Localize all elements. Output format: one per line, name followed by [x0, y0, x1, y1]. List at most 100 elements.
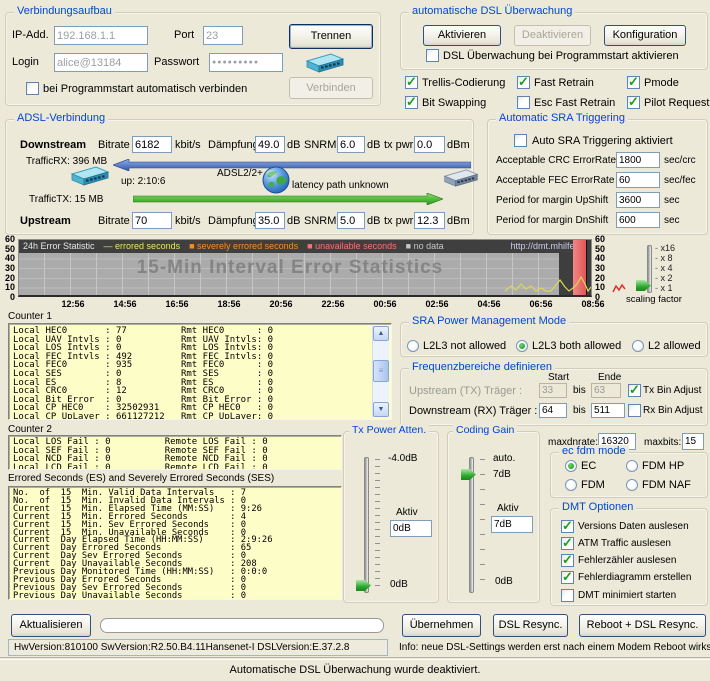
- apply-button[interactable]: Übernehmen: [402, 614, 481, 637]
- us-snrm-input[interactable]: [337, 212, 365, 229]
- monitoring-startup-checkbox[interactable]: [426, 49, 439, 62]
- pilot-request-checkbox[interactable]: [627, 94, 640, 110]
- fdm-hp-radio[interactable]: [626, 460, 638, 472]
- upshift-input[interactable]: [616, 192, 660, 208]
- fdm-radio[interactable]: [565, 479, 577, 491]
- ds-bitrate-unit: kbit/s: [175, 139, 201, 151]
- dmt-minimiert-checkbox[interactable]: [561, 589, 574, 602]
- downstream-end-input[interactable]: [591, 403, 625, 418]
- counter1-text: Local HEC0 : 77 Rmt HEC0 : 0 Local UAV I…: [13, 326, 274, 420]
- scaling-option: x 2: [655, 273, 673, 283]
- counter2-box[interactable]: Local LOS Fail : 0 Remote LOS Fail : 0 L…: [8, 435, 342, 470]
- activate-button[interactable]: Aktivieren: [423, 25, 501, 46]
- dsl-resync-button[interactable]: DSL Resync.: [493, 614, 568, 637]
- ec-fdm-group: ec fdm mode EC FDM HP FDM FDM NAF: [550, 445, 708, 498]
- tx-power-slider-track[interactable]: [364, 457, 369, 593]
- esc-fast-retrain-checkbox-label: Esc Fast Retrain: [534, 97, 616, 109]
- dnshift-input[interactable]: [616, 212, 660, 228]
- fehlerdiagramm-checkbox[interactable]: [561, 569, 574, 585]
- reboot-resync-button[interactable]: Reboot + DSL Resync.: [579, 614, 706, 637]
- refresh-button[interactable]: Aktualisieren: [11, 614, 91, 637]
- pmode-checkbox[interactable]: [627, 74, 640, 90]
- us-attenuation-input[interactable]: [255, 212, 285, 229]
- error-statistics-graph[interactable]: 15-Min Interval Error Statistics 24h Err…: [18, 239, 592, 297]
- legend-marker: ■: [405, 241, 412, 251]
- graph-ytick-left: 60: [4, 234, 15, 244]
- deactivate-button[interactable]: Deaktivieren: [514, 25, 591, 46]
- sra-power-title: SRA Power Management Mode: [409, 315, 570, 327]
- ec-radio[interactable]: [565, 460, 577, 472]
- fec-errorrate-input[interactable]: [616, 172, 660, 188]
- fast-retrain-checkbox[interactable]: [517, 74, 530, 90]
- legend-errored-seconds: — errored seconds: [104, 240, 181, 253]
- port-input[interactable]: [203, 26, 243, 45]
- legend-unavailable-seconds: ■ unavailable seconds: [307, 240, 397, 253]
- remote-dslam-icon: [442, 166, 480, 193]
- counter1-scrollbar[interactable]: ▲ ≡ ▼: [372, 326, 389, 417]
- scroll-down-icon[interactable]: ▼: [373, 402, 389, 417]
- ds-bitrate-input[interactable]: [132, 136, 172, 153]
- autoconnect-checkbox[interactable]: [26, 82, 39, 95]
- scaling-option: x16: [655, 243, 676, 253]
- us-bitrate-input[interactable]: [132, 212, 172, 229]
- scrollbar-thumb[interactable]: ≡: [373, 360, 389, 382]
- fehlerzaehler-checkbox[interactable]: [561, 552, 574, 568]
- l2l3-both-allowed-radio[interactable]: [516, 340, 528, 352]
- downstream-arrow-icon: [112, 158, 472, 174]
- downstream-traeger-label: Downstream (RX) Träger :: [409, 405, 538, 417]
- coding-gain-aktiv-input[interactable]: [491, 516, 533, 533]
- connect-button[interactable]: Verbinden: [289, 77, 373, 99]
- ds-attenuation-unit: dB: [287, 139, 301, 151]
- ds-txpwr-input[interactable]: [414, 136, 445, 153]
- version-info-text: HwVersion:810100 SwVersion:R2.50.B4.11Ha…: [14, 642, 350, 653]
- es-ses-label: Errored Seconds (ES) and Severely Errore…: [8, 473, 275, 484]
- scaling-option: x 8: [655, 253, 673, 263]
- rx-bin-adjust-checkbox[interactable]: [628, 404, 641, 417]
- fdm-naf-radio-label: FDM NAF: [642, 479, 691, 491]
- tx-power-top-tick: -4.0dB: [388, 453, 418, 464]
- port-label: Port: [174, 29, 195, 41]
- versions-daten-checkbox[interactable]: [561, 518, 574, 534]
- frequency-group: Frequenzbereiche definieren Start Ende U…: [400, 361, 708, 426]
- maxbits-label: maxbits:: [644, 437, 682, 448]
- ds-snrm-input[interactable]: [337, 136, 365, 153]
- fast-retrain-checkbox-label: Fast Retrain: [534, 77, 594, 89]
- fdm-naf-radio[interactable]: [626, 479, 638, 491]
- password-input[interactable]: [209, 53, 283, 72]
- ds-attenuation-input[interactable]: [255, 136, 285, 153]
- graph-xtick: 14:56: [113, 299, 137, 309]
- maxbits-input[interactable]: [682, 433, 704, 450]
- trellis-checkbox[interactable]: [405, 74, 418, 90]
- upstream-end-input[interactable]: [591, 383, 621, 398]
- tx-bin-adjust-checkbox[interactable]: [628, 382, 641, 398]
- bit-swapping-checkbox[interactable]: [405, 94, 418, 110]
- l2l3-not-allowed-radio[interactable]: [407, 340, 419, 352]
- counter1-box[interactable]: Local HEC0 : 77 Rmt HEC0 : 0 Local UAV I…: [8, 323, 392, 420]
- connection-group: Verbindungsaufbau IP-Add. Port Trennen L…: [5, 5, 381, 106]
- graph-xtick: 04:56: [477, 299, 501, 309]
- atm-traffic-checkbox[interactable]: [561, 535, 574, 551]
- upstream-start-input[interactable]: [539, 383, 567, 398]
- es-ses-box[interactable]: No. of 15 Min. Valid Data Intervals : 7 …: [8, 486, 342, 600]
- fdm-hp-radio-label: FDM HP: [642, 460, 685, 472]
- disconnect-button[interactable]: Trennen: [289, 24, 373, 49]
- atm-traffic-label: ATM Traffic auslesen: [578, 538, 671, 549]
- us-txpwr-unit: dBm: [447, 215, 470, 227]
- us-txpwr-input[interactable]: [414, 212, 445, 229]
- us-snrm-unit: dB: [367, 215, 381, 227]
- l2-allowed-radio[interactable]: [632, 340, 644, 352]
- scroll-up-icon[interactable]: ▲: [373, 326, 389, 341]
- crc-errorrate-input[interactable]: [616, 152, 660, 168]
- downstream-start-input[interactable]: [539, 403, 567, 418]
- login-input[interactable]: [54, 53, 148, 72]
- auto-sra-checkbox[interactable]: [514, 134, 527, 147]
- graph-ytick-right: 10: [595, 282, 606, 292]
- esc-fast-retrain-checkbox[interactable]: [517, 96, 530, 109]
- configuration-button[interactable]: Konfiguration: [604, 25, 686, 46]
- ds-snrm-label: SNRM: [304, 139, 337, 151]
- dmt-options-title: DMT Optionen: [559, 501, 637, 513]
- ds-snrm-unit: dB: [367, 139, 381, 151]
- tx-power-aktiv-input[interactable]: [390, 520, 432, 537]
- legend-label: no data: [413, 241, 444, 251]
- ip-input[interactable]: [54, 26, 148, 45]
